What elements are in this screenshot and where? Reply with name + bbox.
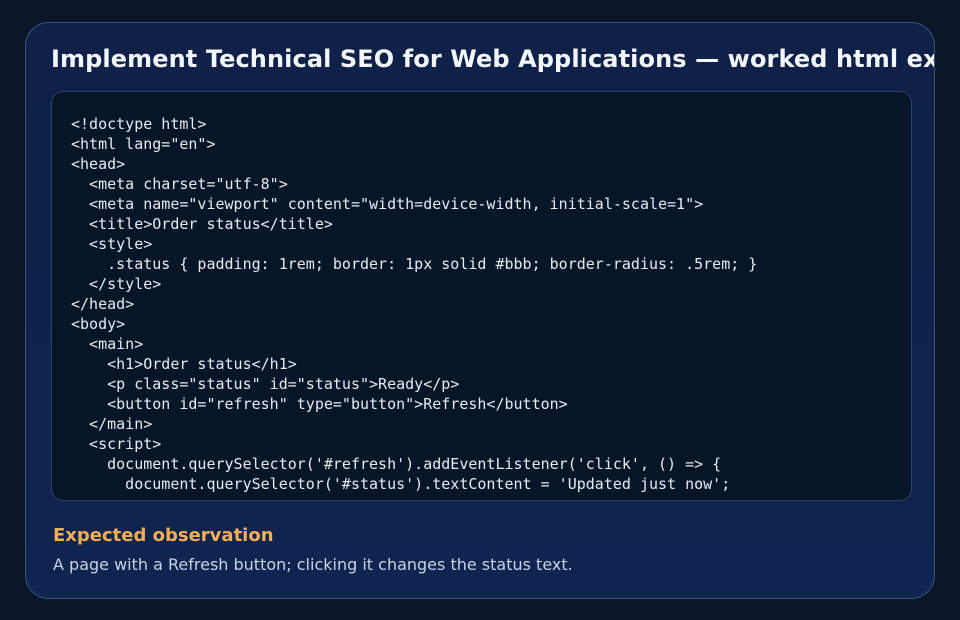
- code-line: <meta name="viewport" content="width=dev…: [71, 195, 704, 213]
- code-line: <h1>Order status</h1>: [71, 355, 297, 373]
- observation-heading: Expected observation: [53, 525, 274, 546]
- card-title: Implement Technical SEO for Web Applicat…: [51, 45, 935, 73]
- observation-text: A page with a Refresh button; clicking i…: [53, 555, 573, 574]
- code-line: <p class="status" id="status">Ready</p>: [71, 375, 460, 393]
- code-line: <meta charset="utf-8">: [71, 175, 288, 193]
- code-line: .status { padding: 1rem; border: 1px sol…: [71, 255, 758, 273]
- code-line: <script>: [71, 435, 162, 453]
- code-line: document.querySelector('#refresh').addEv…: [71, 455, 722, 473]
- code-line: <button id="refresh" type="button">Refre…: [71, 395, 568, 413]
- code-line: <head>: [71, 155, 126, 173]
- code-line: <style>: [71, 235, 153, 253]
- example-card: Implement Technical SEO for Web Applicat…: [25, 22, 935, 599]
- code-line: </head>: [71, 295, 135, 313]
- code-line: </main>: [71, 415, 153, 433]
- code-line: <body>: [71, 315, 126, 333]
- code-line: <title>Order status</title>: [71, 215, 333, 233]
- code-line: <!doctype html>: [71, 115, 207, 133]
- code-line: <main>: [71, 335, 144, 353]
- code-line: document.querySelector('#status').textCo…: [71, 475, 731, 493]
- code-line: <html lang="en">: [71, 135, 216, 153]
- code-line: </style>: [71, 275, 162, 293]
- code-block[interactable]: <!doctype html> <html lang="en"> <head> …: [51, 91, 912, 501]
